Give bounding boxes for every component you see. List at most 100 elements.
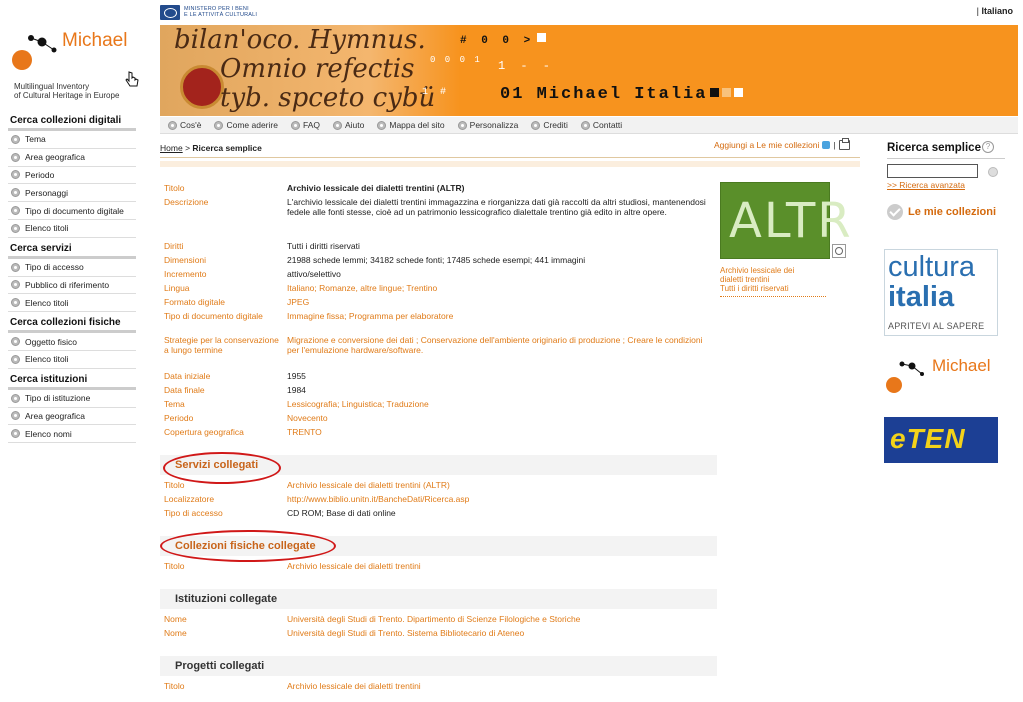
culturaitalia-banner[interactable]: cultura italia APRITEVI AL SAPERE xyxy=(884,249,998,336)
nav-item[interactable]: Aiuto xyxy=(332,120,365,130)
field-value-link[interactable]: Università degli Studi di Trento. Dipart… xyxy=(287,614,707,625)
ministry-header[interactable]: MINISTERO PER I BENI E LE ATTIVITÀ CULTU… xyxy=(160,3,257,21)
sidebar-bullet-icon xyxy=(11,429,20,439)
sidebar-item[interactable]: Tema xyxy=(8,131,136,149)
sidebar-item[interactable]: Area geografica xyxy=(8,408,136,426)
sidebar-bullet-icon xyxy=(11,152,20,162)
sidebar-bullet-icon xyxy=(11,337,20,347)
nav-item-label: Contatti xyxy=(592,120,623,130)
square-decoration xyxy=(710,88,720,97)
breadcrumb: Home > Ricerca semplice xyxy=(160,143,262,153)
nav-item-label: Aiuto xyxy=(344,120,365,130)
language-label[interactable]: Italiano xyxy=(981,6,1013,16)
breadcrumb-home-link[interactable]: Home xyxy=(160,143,183,153)
script-line-2: Omnio refectis xyxy=(220,54,415,84)
sidebar-section-title: Cerca istituzioni xyxy=(8,371,136,390)
highlight-circle xyxy=(160,530,336,562)
nav-item[interactable]: FAQ xyxy=(290,120,320,130)
logo-subtitle: Multilingual Inventory of Cultural Herit… xyxy=(14,82,119,100)
nav-bullet-icon xyxy=(332,120,342,130)
sidebar-item-label: Elenco titoli xyxy=(25,297,69,308)
field-label: Tipo di accesso xyxy=(164,508,223,518)
field-value: 1984 xyxy=(287,385,306,395)
sidebar-bullet-icon xyxy=(11,262,20,272)
sidebar-bullet-icon xyxy=(11,170,20,180)
sidebar-item[interactable]: Tipo di accesso xyxy=(8,259,136,277)
field-label: Formato digitale xyxy=(164,297,225,307)
print-icon[interactable] xyxy=(838,138,850,150)
zoom-icon[interactable] xyxy=(832,244,846,258)
field-label: Titolo xyxy=(164,183,185,193)
search-go-button[interactable] xyxy=(988,167,998,177)
nav-bullet-icon xyxy=(168,120,177,130)
actions-separator: | xyxy=(833,140,836,150)
collection-thumbnail[interactable]: ALTR xyxy=(720,182,851,259)
michael-banner[interactable]: Michael xyxy=(884,352,1004,398)
sidebar-item[interactable]: Elenco titoli xyxy=(8,220,136,238)
sidebar-bullet-icon xyxy=(11,280,20,290)
my-collections-link[interactable]: Le mie collezioni xyxy=(887,204,996,220)
michael-dots-icon xyxy=(12,35,57,70)
sidebar-item-label: Personaggi xyxy=(25,187,69,198)
manuscript-art: bilan'oco. Hymnus. Omnio refectis tyb. s… xyxy=(160,25,460,116)
search-divider xyxy=(887,158,1005,159)
add-to-collections-link[interactable]: Aggiungi a Le mie collezioni xyxy=(714,140,819,150)
culturaitalia-word-2: italia xyxy=(888,281,955,313)
sidebar-item[interactable]: Periodo xyxy=(8,167,136,185)
sidebar-item[interactable]: Tipo di istituzione xyxy=(8,390,136,408)
nav-bullet-icon xyxy=(214,120,224,130)
field-label: Lingua xyxy=(164,283,190,293)
sidebar-section-title: Cerca collezioni fisiche xyxy=(8,314,136,334)
advanced-search-link[interactable]: >> Ricerca avanzata xyxy=(887,180,965,190)
nav-item[interactable]: Come aderire xyxy=(214,120,278,130)
simple-search-title: Ricerca semplice xyxy=(887,142,981,154)
sidebar-item[interactable]: Elenco titoli xyxy=(8,294,136,313)
sidebar-item[interactable]: Tipo di documento digitale xyxy=(8,202,136,220)
field-value-link[interactable]: JPEG xyxy=(287,297,707,308)
field-label: Tipo di documento digitale xyxy=(164,311,263,321)
field-value-link[interactable]: Immagine fissa; Programma per elaborator… xyxy=(287,311,707,322)
sidebar-item-label: Tipo di documento digitale xyxy=(25,205,124,216)
nav-bullet-icon xyxy=(290,120,300,130)
highlight-circle xyxy=(163,452,281,484)
search-input[interactable] xyxy=(887,164,978,178)
nav-item-label: Personalizza xyxy=(469,120,519,130)
top-navigation: Cos'è Come aderire FAQ Aiuto Mappa del sito P… xyxy=(160,117,1018,134)
field-value-link[interactable]: http://www.biblio.unitn.it/BancheDati/Ri… xyxy=(287,494,707,505)
nav-item[interactable]: Mappa del sito xyxy=(377,120,445,130)
field-value: L'archivio lessicale dei dialetti trenti… xyxy=(287,197,706,217)
hand-cursor-icon xyxy=(125,71,139,87)
field-value-link[interactable]: Migrazione e conversione dei dati ; Cons… xyxy=(287,335,707,355)
sidebar-item[interactable]: Elenco nomi xyxy=(8,425,136,444)
nav-item[interactable]: Personalizza xyxy=(457,120,519,130)
field-value-link[interactable]: Archivio lessicale dei dialetti trentini xyxy=(287,561,707,572)
field-label: Tema xyxy=(164,399,185,409)
sidebar-item[interactable]: Pubblico di riferimento xyxy=(8,277,136,295)
script-line-3: tyb. spceto cybü xyxy=(220,83,436,113)
banner-title-text: 01 Michael Italia xyxy=(500,85,708,104)
eten-wordmark: eTEN xyxy=(890,423,966,454)
sidebar-item[interactable]: Personaggi xyxy=(8,184,136,203)
eten-banner[interactable]: eTEN xyxy=(884,417,998,463)
field-value-link[interactable]: Novecento xyxy=(287,413,707,424)
nav-item[interactable]: Cos'è xyxy=(168,120,201,130)
nav-item[interactable]: Contatti xyxy=(580,120,623,130)
logo-subtitle-line-1: Multilingual Inventory xyxy=(14,82,90,91)
help-icon[interactable]: ? xyxy=(982,141,994,153)
field-value-link[interactable]: TRENTO xyxy=(287,427,707,438)
field-value: CD ROM; Base di dati online xyxy=(287,508,396,518)
sidebar-item[interactable]: Oggetto fisico xyxy=(8,333,136,351)
sidebar-item[interactable]: Elenco titoli xyxy=(8,351,136,369)
add-collection-icon[interactable] xyxy=(822,141,831,149)
sidebar-item[interactable]: Area geografica xyxy=(8,149,136,167)
language-switch[interactable]: | Italiano xyxy=(977,6,1013,16)
field-value-link[interactable]: Archivio lessicale dei dialetti trentini xyxy=(287,681,707,692)
culturaitalia-tagline: APRITEVI AL SAPERE xyxy=(888,321,985,331)
field-value-link[interactable]: Italiano; Romanze, altre lingue; Trentin… xyxy=(287,283,707,294)
nav-item[interactable]: Crediti xyxy=(531,120,568,130)
field-label: Data iniziale xyxy=(164,371,211,381)
field-value-link[interactable]: Archivio lessicale dei dialetti trentini… xyxy=(287,480,707,491)
field-value-link[interactable]: Lessicografia; Linguistica; Traduzione xyxy=(287,399,707,410)
thumbnail-caption[interactable]: Archivio lessicale dei dialetti trentini… xyxy=(720,266,826,297)
field-value-link[interactable]: Università degli Studi di Trento. Sistem… xyxy=(287,628,707,639)
